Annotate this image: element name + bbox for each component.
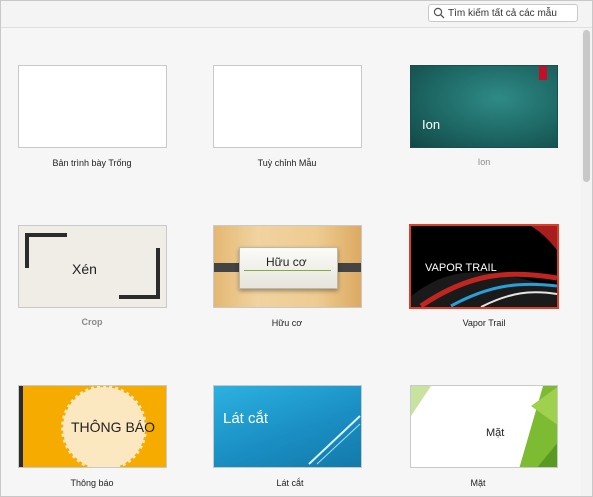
- template-badge-caption[interactable]: Thông báo: [17, 478, 167, 488]
- template-vapor-trail-caption[interactable]: Vapor Trail: [409, 318, 559, 328]
- template-slice-thumbnail[interactable]: Lát cắt: [213, 385, 362, 468]
- scrollbar[interactable]: [581, 28, 592, 496]
- template-ion-thumbnail[interactable]: Ion: [410, 65, 558, 148]
- template-crop-thumbnail[interactable]: Xén: [18, 225, 167, 308]
- template-ion-caption[interactable]: Ion: [409, 157, 559, 167]
- organic-thumb-title: Hữu cơ: [266, 255, 307, 269]
- search-icon: [433, 7, 445, 19]
- badge-thumb-title: THÔNG BÁO: [71, 419, 156, 435]
- search-input[interactable]: Tìm kiếm tất cả các mẫu: [428, 4, 578, 22]
- template-slice-caption[interactable]: Lát cắt: [215, 478, 365, 488]
- vapor-trail-thumb-title: VAPOR TRAIL: [425, 262, 497, 274]
- template-custom-caption[interactable]: Tuỳ chỉnh Mẫu: [212, 158, 362, 168]
- ion-thumb-title: Ion: [422, 117, 441, 132]
- search-placeholder: Tìm kiếm tất cả các mẫu: [448, 8, 557, 19]
- facet-shapes: [411, 386, 557, 467]
- template-vapor-trail-thumbnail[interactable]: VAPOR TRAIL: [409, 224, 559, 309]
- crop-thumb-title: Xén: [72, 261, 97, 277]
- organic-band-right: [335, 263, 361, 272]
- template-facet-caption[interactable]: Mặt: [403, 478, 553, 488]
- template-gallery-window: Tìm kiếm tất cả các mẫu Bản trình bày Tr…: [0, 0, 593, 497]
- template-custom-thumbnail[interactable]: [213, 65, 362, 148]
- template-organic-caption[interactable]: Hữu cơ: [212, 318, 362, 328]
- template-crop-caption[interactable]: Crop: [17, 317, 167, 327]
- toolbar: Tìm kiếm tất cả các mẫu: [1, 1, 592, 28]
- facet-thumb-title: Mặt: [486, 427, 505, 439]
- slice-thumb-title: Lát cắt: [223, 410, 269, 427]
- template-blank-thumbnail[interactable]: [18, 65, 167, 148]
- scrollbar-thumb[interactable]: [583, 30, 590, 182]
- template-organic-thumbnail[interactable]: Hữu cơ: [213, 225, 362, 308]
- ion-accent-bar: [539, 66, 547, 80]
- template-badge-thumbnail[interactable]: THÔNG BÁO: [18, 385, 167, 468]
- organic-band-left: [214, 263, 240, 272]
- organic-rule: [244, 270, 331, 271]
- slice-needle: [308, 415, 361, 465]
- template-facet-thumbnail[interactable]: Mặt: [410, 385, 558, 468]
- organic-card: Hữu cơ: [239, 247, 338, 289]
- template-blank-caption[interactable]: Bản trình bày Trống: [17, 158, 167, 168]
